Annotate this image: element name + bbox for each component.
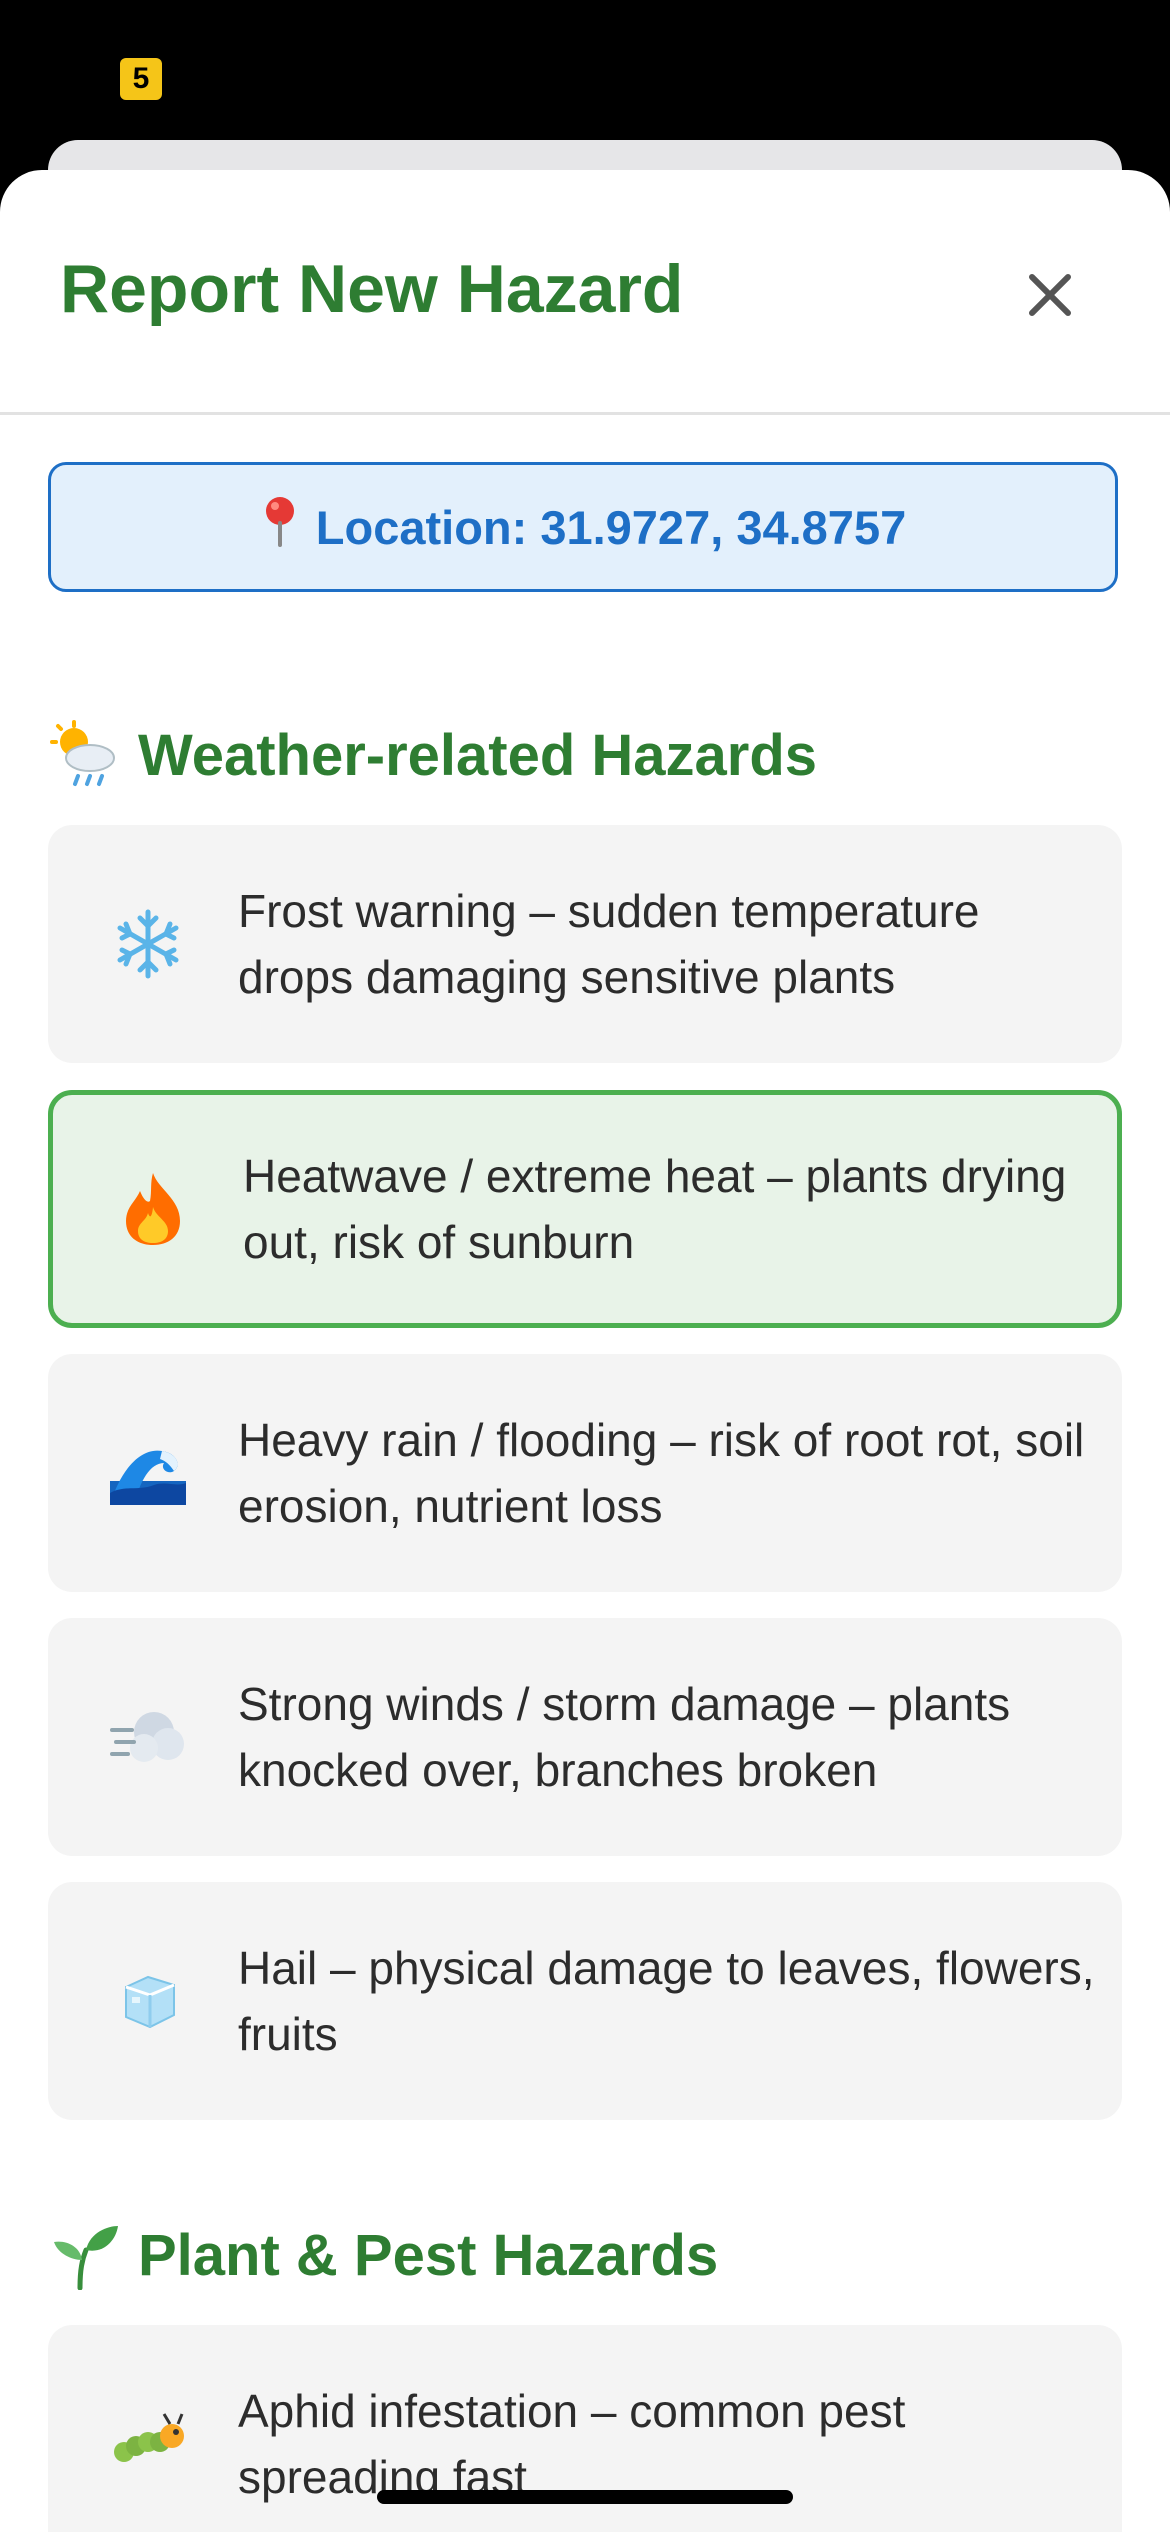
sheet-header: Report New Hazard bbox=[0, 170, 1170, 415]
status-badge: 5 bbox=[120, 58, 162, 100]
ice-cube-icon bbox=[108, 1961, 188, 2041]
wave-icon bbox=[108, 1433, 188, 1513]
home-indicator[interactable] bbox=[377, 2490, 793, 2504]
report-hazard-sheet: Report New Hazard Location: 31.9727, 34.… bbox=[0, 170, 1170, 2532]
pin-icon bbox=[260, 495, 300, 559]
close-button[interactable] bbox=[1010, 255, 1090, 335]
section-heading-weather: Weather-related Hazards bbox=[50, 720, 817, 790]
fire-icon bbox=[113, 1169, 193, 1249]
hazard-label: Frost warning – sudden temperature drops… bbox=[238, 885, 980, 1003]
page-title: Report New Hazard bbox=[60, 251, 684, 327]
hazard-option-winds[interactable]: Strong winds / storm damage – plants kno… bbox=[48, 1618, 1122, 1856]
hazard-option-heatwave[interactable]: Heatwave / extreme heat – plants drying … bbox=[48, 1090, 1122, 1328]
wind-icon bbox=[108, 1697, 188, 1777]
location-label: Location: 31.9727, 34.8757 bbox=[315, 500, 907, 554]
section-title: Weather-related Hazards bbox=[138, 722, 818, 788]
hazard-option-frost[interactable]: Frost warning – sudden temperature drops… bbox=[48, 825, 1122, 1063]
hazard-option-flooding[interactable]: Heavy rain / flooding – risk of root rot… bbox=[48, 1354, 1122, 1592]
hazard-label: Heatwave / extreme heat – plants drying … bbox=[243, 1150, 1067, 1268]
sun-cloud-rain-icon bbox=[50, 720, 120, 790]
hazard-label: Hail – physical damage to leaves, flower… bbox=[238, 1942, 1095, 2060]
snowflake-icon bbox=[108, 904, 188, 984]
location-display: Location: 31.9727, 34.8757 bbox=[48, 462, 1118, 592]
close-icon bbox=[1029, 274, 1071, 316]
section-heading-plant-pest: Plant & Pest Hazards bbox=[50, 2220, 718, 2290]
hazard-label: Heavy rain / flooding – risk of root rot… bbox=[238, 1414, 1085, 1532]
bug-icon bbox=[108, 2404, 188, 2484]
hazard-label: Strong winds / storm damage – plants kno… bbox=[238, 1678, 1011, 1796]
section-title: Plant & Pest Hazards bbox=[138, 2222, 719, 2288]
seedling-icon bbox=[50, 2220, 120, 2290]
hazard-option-hail[interactable]: Hail – physical damage to leaves, flower… bbox=[48, 1882, 1122, 2120]
